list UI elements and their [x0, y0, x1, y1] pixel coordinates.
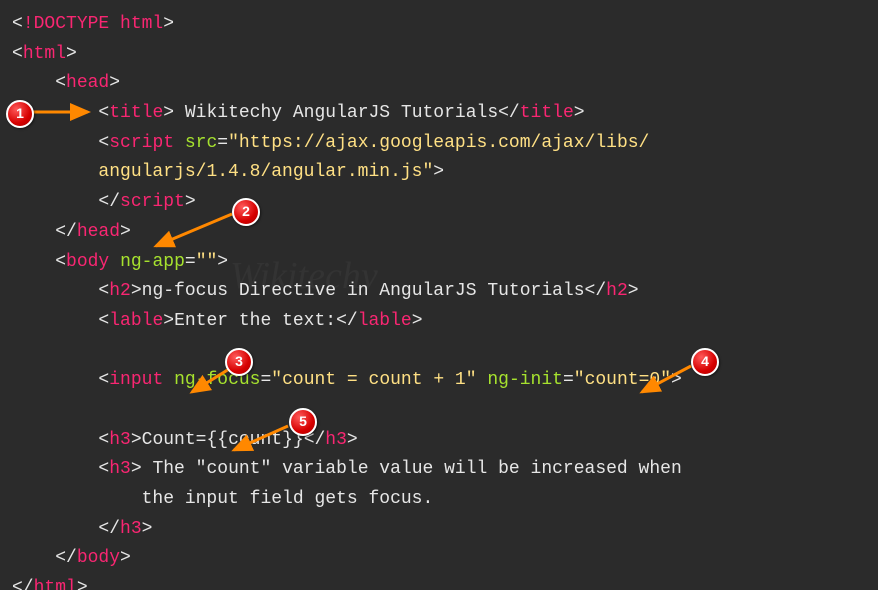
lable-open-tag: lable [109, 311, 163, 331]
doctype: !DOCTYPE html [23, 14, 163, 34]
title-text: Wikitechy AngularJS Tutorials [174, 103, 498, 123]
ng-init-value: "count=0" [574, 370, 671, 390]
annotation-badge-5: 5 [289, 408, 317, 436]
html-open-tag: html [23, 44, 66, 64]
ng-focus-attr: ng-focus [174, 370, 260, 390]
h3-open-tag-1: h3 [109, 430, 131, 450]
annotation-badge-1: 1 [6, 100, 34, 128]
ng-focus-value: "count = count + 1" [271, 370, 476, 390]
body-close-tag: body [77, 548, 120, 568]
h3-desc-line1: The "count" variable value will be incre… [142, 459, 682, 479]
src-attr: src [185, 133, 217, 153]
body-open-tag: body [66, 252, 109, 272]
code-editor-view: Wikitechy 1 2 3 4 5 <!DOCTYPE html> <htm… [0, 0, 878, 590]
angle-close: > [163, 14, 174, 34]
src-value-line2: angularjs/1.4.8/angular.min.js" [98, 162, 433, 182]
html-close-tag: html [34, 578, 77, 590]
h3-count-text: Count={{count}} [142, 430, 304, 450]
title-close-tag: title [520, 103, 574, 123]
title-open-tag: title [109, 103, 163, 123]
annotation-badge-3: 3 [225, 348, 253, 376]
code-block: <!DOCTYPE html> <html> <head> <title> Wi… [12, 10, 866, 590]
angle-open: < [12, 14, 23, 34]
head-close-tag: head [77, 222, 120, 242]
head-open-tag: head [66, 73, 109, 93]
h3-desc-line2: the input field gets focus. [142, 489, 434, 509]
h2-close-tag: h2 [606, 281, 628, 301]
script-close-tag: script [120, 192, 185, 212]
h3-open-tag-2: h3 [109, 459, 131, 479]
lable-text: Enter the text: [174, 311, 336, 331]
ng-init-attr: ng-init [487, 370, 563, 390]
annotation-badge-2: 2 [232, 198, 260, 226]
script-open-tag: script [109, 133, 174, 153]
ng-app-attr: ng-app [120, 252, 185, 272]
src-value-line1: "https://ajax.googleapis.com/ajax/libs/ [228, 133, 649, 153]
input-tag: input [109, 370, 163, 390]
h3-close-tag-2: h3 [120, 519, 142, 539]
h2-open-tag: h2 [109, 281, 131, 301]
lable-close-tag: lable [358, 311, 412, 331]
annotation-badge-4: 4 [691, 348, 719, 376]
h3-close-tag-1: h3 [325, 430, 347, 450]
h2-text: ng-focus Directive in AngularJS Tutorial… [142, 281, 585, 301]
ng-app-value: "" [196, 252, 218, 272]
